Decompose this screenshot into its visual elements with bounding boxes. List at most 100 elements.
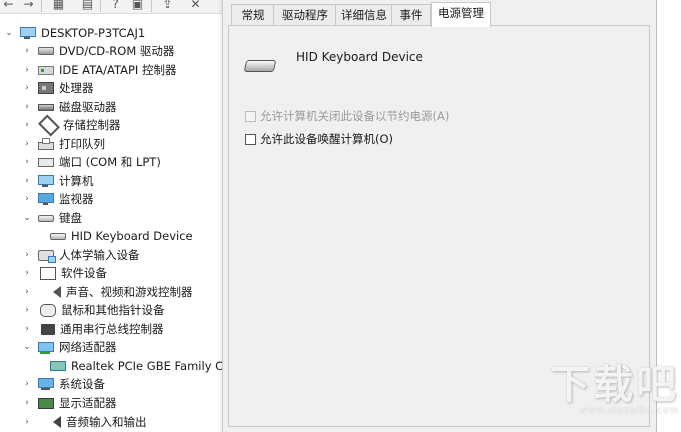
tree-item-processor[interactable]: › 处理器 (21, 79, 93, 97)
tree-item-label: 端口 (COM 和 LPT) (59, 155, 161, 169)
tree-item-monitor[interactable]: › 监视器 (21, 190, 94, 208)
tree-item-label: 通用串行总线控制器 (60, 322, 164, 336)
tree-item-hid[interactable]: › 人体学输入设备 (21, 246, 140, 264)
tree-item-display[interactable]: › 显示适配器 (21, 394, 117, 412)
printer-icon (38, 137, 54, 150)
chevron-right-icon[interactable]: › (21, 324, 33, 334)
tab-general[interactable]: 常规 (231, 4, 275, 25)
network-adapter-icon (38, 342, 54, 354)
tree-item-ide[interactable]: › IDE ATA/ATAPI 控制器 (21, 61, 176, 79)
tree-item-storage[interactable]: › 存储控制器 (21, 114, 121, 136)
tree-item-label: 声音、视频和游戏控制器 (66, 285, 193, 299)
usb-icon (41, 323, 55, 335)
tree-item-software[interactable]: › 软件设备 (21, 264, 107, 282)
forward-arrow-icon[interactable]: → (21, 0, 36, 11)
tree-root[interactable]: ⌄ DESKTOP-P3TCAJ1 (3, 24, 145, 42)
allow-power-off-checkbox (245, 110, 256, 122)
tree-item-label: 人体学输入设备 (59, 248, 140, 262)
port-icon (38, 157, 54, 167)
tree-item-system[interactable]: › 系统设备 (21, 375, 105, 393)
chevron-right-icon[interactable]: › (21, 46, 33, 56)
tree-item-mouse[interactable]: › 鼠标和其他指针设备 (21, 301, 165, 319)
power-management-panel: HID Keyboard Device 允许计算机关闭此设备以节约电源(A) 允… (228, 25, 650, 427)
chevron-right-icon[interactable]: › (21, 250, 33, 260)
allow-power-off-option: 允许计算机关闭此设备以节约电源(A) (245, 108, 449, 124)
tree-item-label: Realtek PCIe GBE Family Co (71, 359, 230, 373)
device-properties-dialog: 常规 驱动程序 详细信息 事件 电源管理 HID Keyboard Device… (222, 0, 657, 432)
toolbar-separator (151, 0, 152, 12)
tab-events[interactable]: 事件 (391, 4, 431, 25)
back-arrow-icon[interactable]: ← (1, 0, 16, 11)
uninstall-icon[interactable]: ✕ (188, 0, 203, 11)
software-device-icon (40, 266, 56, 280)
allow-wake-option[interactable]: 允许此设备唤醒计算机(O) (245, 131, 393, 147)
tab-power-management[interactable]: 电源管理 (431, 2, 491, 27)
tree-item-label: 监视器 (59, 192, 94, 206)
scan-hardware-icon[interactable]: ▣ (130, 0, 145, 11)
update-driver-icon[interactable]: ⇪ (160, 0, 175, 11)
tree-item-realtek[interactable]: Realtek PCIe GBE Family Co (45, 357, 230, 375)
tree-item-label: 软件设备 (61, 266, 107, 280)
tree-item-keyboard[interactable]: ⌄ 键盘 (21, 209, 82, 227)
computer-icon (20, 27, 36, 39)
tree-item-hid-keyboard-device[interactable]: HID Keyboard Device (45, 227, 193, 245)
toolbar-separator (41, 0, 42, 12)
chevron-right-icon[interactable]: › (21, 305, 33, 315)
tree-item-network[interactable]: ⌄ 网络适配器 (21, 338, 117, 356)
tree-item-label: 系统设备 (59, 377, 105, 391)
toolbar: ← → ▦ ▤ ? ▣ ⇪ ✕ (0, 0, 230, 14)
allow-wake-label: 允许此设备唤醒计算机(O) (260, 132, 394, 146)
chevron-right-icon[interactable]: › (21, 417, 33, 427)
tree-item-label: 鼠标和其他指针设备 (61, 303, 165, 317)
allow-wake-checkbox[interactable] (245, 133, 256, 145)
chevron-right-icon[interactable]: › (21, 65, 33, 75)
computer-icon (38, 175, 54, 187)
chevron-right-icon[interactable]: › (21, 102, 33, 112)
keyboard-device-icon (50, 232, 66, 240)
tree-item-label: 网络适配器 (59, 340, 117, 354)
audio-io-icon (39, 416, 61, 428)
chevron-right-icon[interactable]: › (21, 120, 33, 130)
toolbar-separator (100, 0, 101, 12)
chevron-right-icon[interactable]: › (21, 157, 33, 167)
hid-icon (38, 249, 56, 263)
tree-item-printer[interactable]: › 打印队列 (21, 135, 105, 153)
tab-driver[interactable]: 驱动程序 (273, 4, 337, 25)
tree-item-label: 计算机 (59, 174, 94, 188)
tree-item-ports[interactable]: › 端口 (COM 和 LPT) (21, 153, 161, 171)
chevron-right-icon[interactable]: › (21, 398, 33, 408)
chevron-right-icon[interactable]: › (21, 379, 33, 389)
tree-item-computer[interactable]: › 计算机 (21, 172, 94, 190)
tree-item-sound[interactable]: › 声音、视频和游戏控制器 (21, 283, 193, 301)
device-tree: ⌄ DESKTOP-P3TCAJ1 › DVD/CD-ROM 驱动器 › IDE… (0, 22, 230, 432)
help-icon[interactable]: ? (108, 0, 123, 11)
chevron-right-icon[interactable]: › (21, 268, 33, 278)
tree-item-disk[interactable]: › 磁盘驱动器 (21, 98, 117, 116)
chevron-right-icon[interactable]: › (21, 139, 33, 149)
processor-icon (38, 82, 54, 94)
tree-item-usb[interactable]: › 通用串行总线控制器 (21, 320, 164, 338)
properties-icon[interactable]: ▤ (80, 0, 95, 11)
chevron-down-icon[interactable]: ⌄ (21, 213, 33, 223)
chevron-right-icon[interactable]: › (21, 194, 33, 204)
tree-item-dvd[interactable]: › DVD/CD-ROM 驱动器 (21, 42, 174, 60)
tab-details[interactable]: 详细信息 (335, 4, 393, 25)
chevron-down-icon[interactable]: ⌄ (21, 342, 33, 352)
tree-item-label: 键盘 (59, 211, 82, 225)
chevron-right-icon[interactable]: › (21, 176, 33, 186)
storage-controller-icon (38, 114, 60, 136)
chevron-right-icon[interactable]: › (21, 287, 33, 297)
tab-strip: 常规 驱动程序 详细信息 事件 电源管理 (228, 0, 648, 27)
show-hide-tree-icon[interactable]: ▦ (51, 0, 66, 11)
disk-drive-icon (38, 103, 54, 111)
disc-drive-icon (38, 47, 54, 55)
network-card-icon (50, 361, 66, 371)
tree-item-label: 音频输入和输出 (66, 415, 147, 429)
chevron-right-icon[interactable]: › (21, 83, 33, 93)
tree-item-audio[interactable]: › 音频输入和输出 (21, 413, 147, 431)
tree-item-label: 磁盘驱动器 (59, 100, 117, 114)
system-device-icon (38, 378, 54, 390)
ide-controller-icon (38, 65, 54, 75)
chevron-down-icon[interactable]: ⌄ (3, 28, 15, 38)
tree-item-label: 显示适配器 (59, 396, 117, 410)
